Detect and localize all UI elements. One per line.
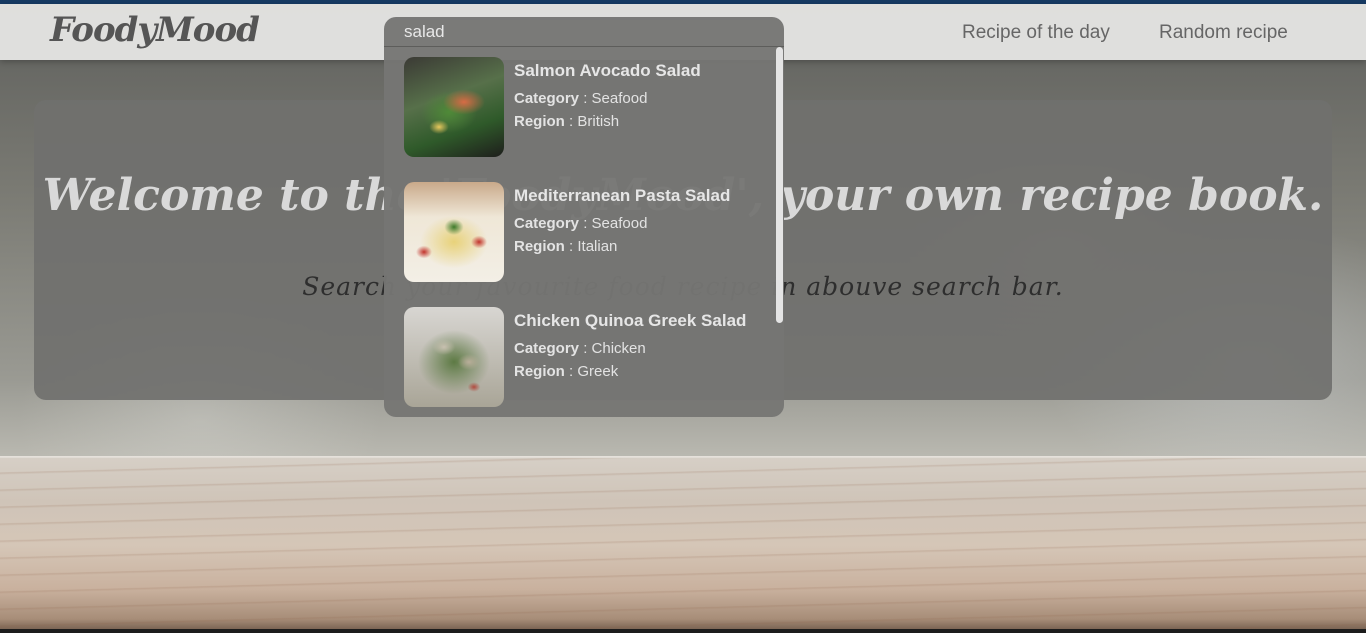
result-category: Category : Chicken (514, 340, 646, 357)
search-input[interactable] (384, 17, 784, 47)
region-label: Region (514, 363, 565, 380)
result-region: Region : British (514, 113, 620, 130)
bottom-strip (0, 629, 1366, 633)
search-results: Salmon Avocado Salad Category : Seafood … (384, 57, 774, 417)
nav-random-recipe[interactable]: Random recipe (1159, 22, 1288, 44)
result-item[interactable]: Mediterranean Pasta Salad Category : Sea… (384, 182, 774, 307)
region-label: Region (514, 238, 565, 255)
result-name[interactable]: Salmon Avocado Salad (514, 61, 701, 81)
salmon-salad-image[interactable] (404, 57, 504, 157)
pasta-salad-image[interactable] (404, 182, 504, 282)
result-category: Category : Seafood (514, 90, 648, 107)
category-value: Seafood (591, 90, 648, 107)
result-region: Region : Italian (514, 238, 618, 255)
scrollbar-thumb[interactable] (776, 47, 783, 323)
category-value: Chicken (591, 340, 646, 357)
result-name[interactable]: Chicken Quinoa Greek Salad (514, 311, 746, 331)
region-value: Italian (577, 238, 618, 255)
category-value: Seafood (591, 215, 648, 232)
wooden-table (0, 458, 1366, 633)
category-label: Category (514, 90, 580, 107)
result-category: Category : Seafood (514, 215, 648, 232)
result-name[interactable]: Mediterranean Pasta Salad (514, 186, 730, 206)
quinoa-salad-image[interactable] (404, 307, 504, 407)
category-label: Category (514, 340, 580, 357)
category-label: Category (514, 215, 580, 232)
search-dropdown: Salmon Avocado Salad Category : Seafood … (384, 17, 784, 417)
logo[interactable]: FoodyMood (50, 10, 260, 50)
results-scrollbar[interactable] (776, 47, 784, 417)
region-value: British (577, 113, 620, 130)
region-value: Greek (577, 363, 619, 380)
region-label: Region (514, 113, 565, 130)
result-item[interactable]: Salmon Avocado Salad Category : Seafood … (384, 57, 774, 182)
result-region: Region : Greek (514, 363, 619, 380)
nav-recipe-of-the-day[interactable]: Recipe of the day (962, 22, 1110, 44)
result-item[interactable]: Chicken Quinoa Greek Salad Category : Ch… (384, 307, 774, 417)
